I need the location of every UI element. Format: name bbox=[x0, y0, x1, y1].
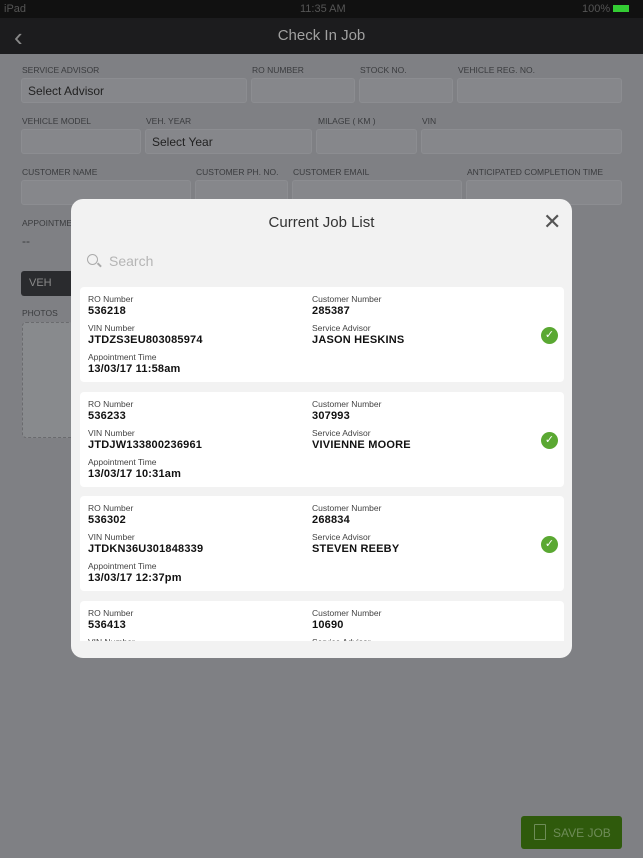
modal-title: Current Job List bbox=[268, 214, 375, 231]
customer-number-value: 10690 bbox=[312, 618, 344, 631]
ro-number-value: 536413 bbox=[88, 618, 126, 631]
device-label: iPad bbox=[4, 3, 27, 15]
vin-label: VIN bbox=[422, 116, 437, 126]
appointment-value: 13/03/17 10:31am bbox=[88, 467, 182, 480]
service-advisor-label: Service Advisor bbox=[312, 532, 371, 542]
page-title: Check In Job bbox=[277, 27, 366, 44]
vin-value: JTDJW133800236961 bbox=[88, 438, 203, 451]
service-advisor-value: JASON HESKINS bbox=[312, 334, 405, 346]
check-icon: ✓ bbox=[541, 327, 558, 344]
clock: 11:35 AM bbox=[300, 3, 346, 15]
service-advisor-value: VIVIENNE MOORE bbox=[312, 438, 411, 451]
vin-value: JTDZS3EU803085974 bbox=[88, 334, 203, 346]
check-icon: ✓ bbox=[541, 431, 558, 449]
job-card[interactable]: RO Number 536302 Customer Number 268834 VIN … bbox=[80, 496, 564, 591]
vehicle-reg-label: VEHICLE REG. NO. bbox=[458, 65, 535, 75]
vehicle-button-label: VEH bbox=[29, 277, 52, 289]
customer-email-label: CUSTOMER EMAIL bbox=[293, 167, 370, 177]
vehicle-reg-input[interactable] bbox=[457, 78, 622, 103]
photos-label: PHOTOS bbox=[22, 308, 58, 318]
job-card[interactable]: RO Number536413 Customer Number10690 VIN N… bbox=[80, 600, 564, 642]
customer-number-label: Customer Number bbox=[312, 607, 382, 618]
service-advisor-select[interactable]: Select Advisor bbox=[21, 78, 247, 103]
vin-label: VIN Number bbox=[88, 532, 135, 542]
save-job-label: SAVE JOB bbox=[553, 826, 611, 840]
service-advisor-value: STEVEN REEBY bbox=[312, 543, 400, 555]
vin-value: JTDKN36U301848339 bbox=[88, 543, 204, 555]
vin-label: VIN Number bbox=[88, 637, 135, 642]
ro-number-value: 536218 bbox=[88, 305, 126, 317]
appointment-value: -- bbox=[22, 234, 30, 248]
customer-number-value: 268834 bbox=[312, 514, 350, 526]
veh-year-label: VEH. YEAR bbox=[146, 116, 192, 126]
battery-icon bbox=[613, 5, 629, 12]
ro-number-label: RO NUMBER bbox=[252, 65, 304, 75]
stock-no-input[interactable] bbox=[359, 78, 453, 103]
ro-number-input[interactable] bbox=[251, 78, 355, 103]
completion-time-label: ANTICIPATED COMPLETION TIME bbox=[467, 167, 604, 177]
nav-bar: ‹ Check In Job bbox=[0, 18, 643, 54]
customer-number-label: Customer Number bbox=[312, 398, 382, 409]
current-job-list-modal: Current Job List ✕ Search RO Number 53621… bbox=[71, 199, 572, 658]
check-icon: ✓ bbox=[541, 640, 558, 641]
service-advisor-label: Service Advisor bbox=[312, 637, 371, 642]
customer-number-label: Customer Number bbox=[312, 503, 382, 513]
appointment-label: Appointment Time bbox=[88, 561, 157, 571]
search-placeholder: Search bbox=[109, 253, 154, 269]
appointment-value: 13/03/17 11:58am bbox=[88, 363, 181, 375]
customer-number-value: 307993 bbox=[312, 409, 350, 422]
close-icon[interactable]: ✕ bbox=[543, 209, 561, 235]
veh-year-select[interactable]: Select Year bbox=[145, 129, 312, 154]
appointment-label: Appointment Time bbox=[88, 456, 157, 467]
customer-name-label: CUSTOMER NAME bbox=[22, 167, 98, 177]
appointment-label: APPOINTME bbox=[22, 218, 73, 228]
service-advisor-label: SERVICE ADVISOR bbox=[22, 65, 100, 75]
job-list[interactable]: RO Number 536218 Customer Number 285387 VIN … bbox=[80, 287, 564, 641]
vin-label: VIN Number bbox=[88, 427, 135, 438]
job-card[interactable]: RO Number 536218 Customer Number 285387 VIN … bbox=[80, 287, 564, 382]
status-bar: iPad 11:35 AM 100% bbox=[0, 0, 643, 18]
ro-number-value: 536233 bbox=[88, 409, 126, 422]
milage-label: MILAGE ( km ) bbox=[318, 116, 376, 126]
ro-number-label: RO Number bbox=[88, 294, 134, 304]
appointment-label: Appointment Time bbox=[88, 352, 157, 362]
ro-number-label: RO Number bbox=[88, 503, 134, 513]
customer-number-value: 285387 bbox=[312, 305, 350, 317]
stock-no-label: STOCK NO. bbox=[360, 65, 407, 75]
search-icon bbox=[87, 254, 98, 265]
appointment-value: 13/03/17 12:37pm bbox=[88, 572, 182, 584]
document-icon bbox=[534, 824, 546, 840]
check-icon: ✓ bbox=[541, 536, 558, 553]
ro-number-label: RO Number bbox=[88, 398, 134, 409]
milage-input[interactable] bbox=[316, 129, 417, 154]
customer-phone-label: CUSTOMER PH. NO. bbox=[196, 167, 279, 177]
service-advisor-label: Service Advisor bbox=[312, 323, 371, 333]
vehicle-model-input[interactable] bbox=[21, 129, 141, 154]
service-advisor-label: Service Advisor bbox=[312, 427, 371, 438]
ro-number-value: 536302 bbox=[88, 514, 126, 526]
vehicle-model-label: VEHICLE MODEL bbox=[22, 116, 91, 126]
save-job-button[interactable]: SAVE JOB bbox=[521, 816, 622, 849]
battery-percent: 100% bbox=[582, 3, 611, 15]
customer-number-label: Customer Number bbox=[312, 294, 382, 304]
vin-label: VIN Number bbox=[88, 323, 135, 333]
ro-number-label: RO Number bbox=[88, 607, 134, 618]
search-input[interactable]: Search bbox=[85, 251, 555, 273]
job-card[interactable]: RO Number 536233 Customer Number 307993 VIN … bbox=[80, 391, 564, 487]
vin-input[interactable] bbox=[421, 129, 622, 154]
